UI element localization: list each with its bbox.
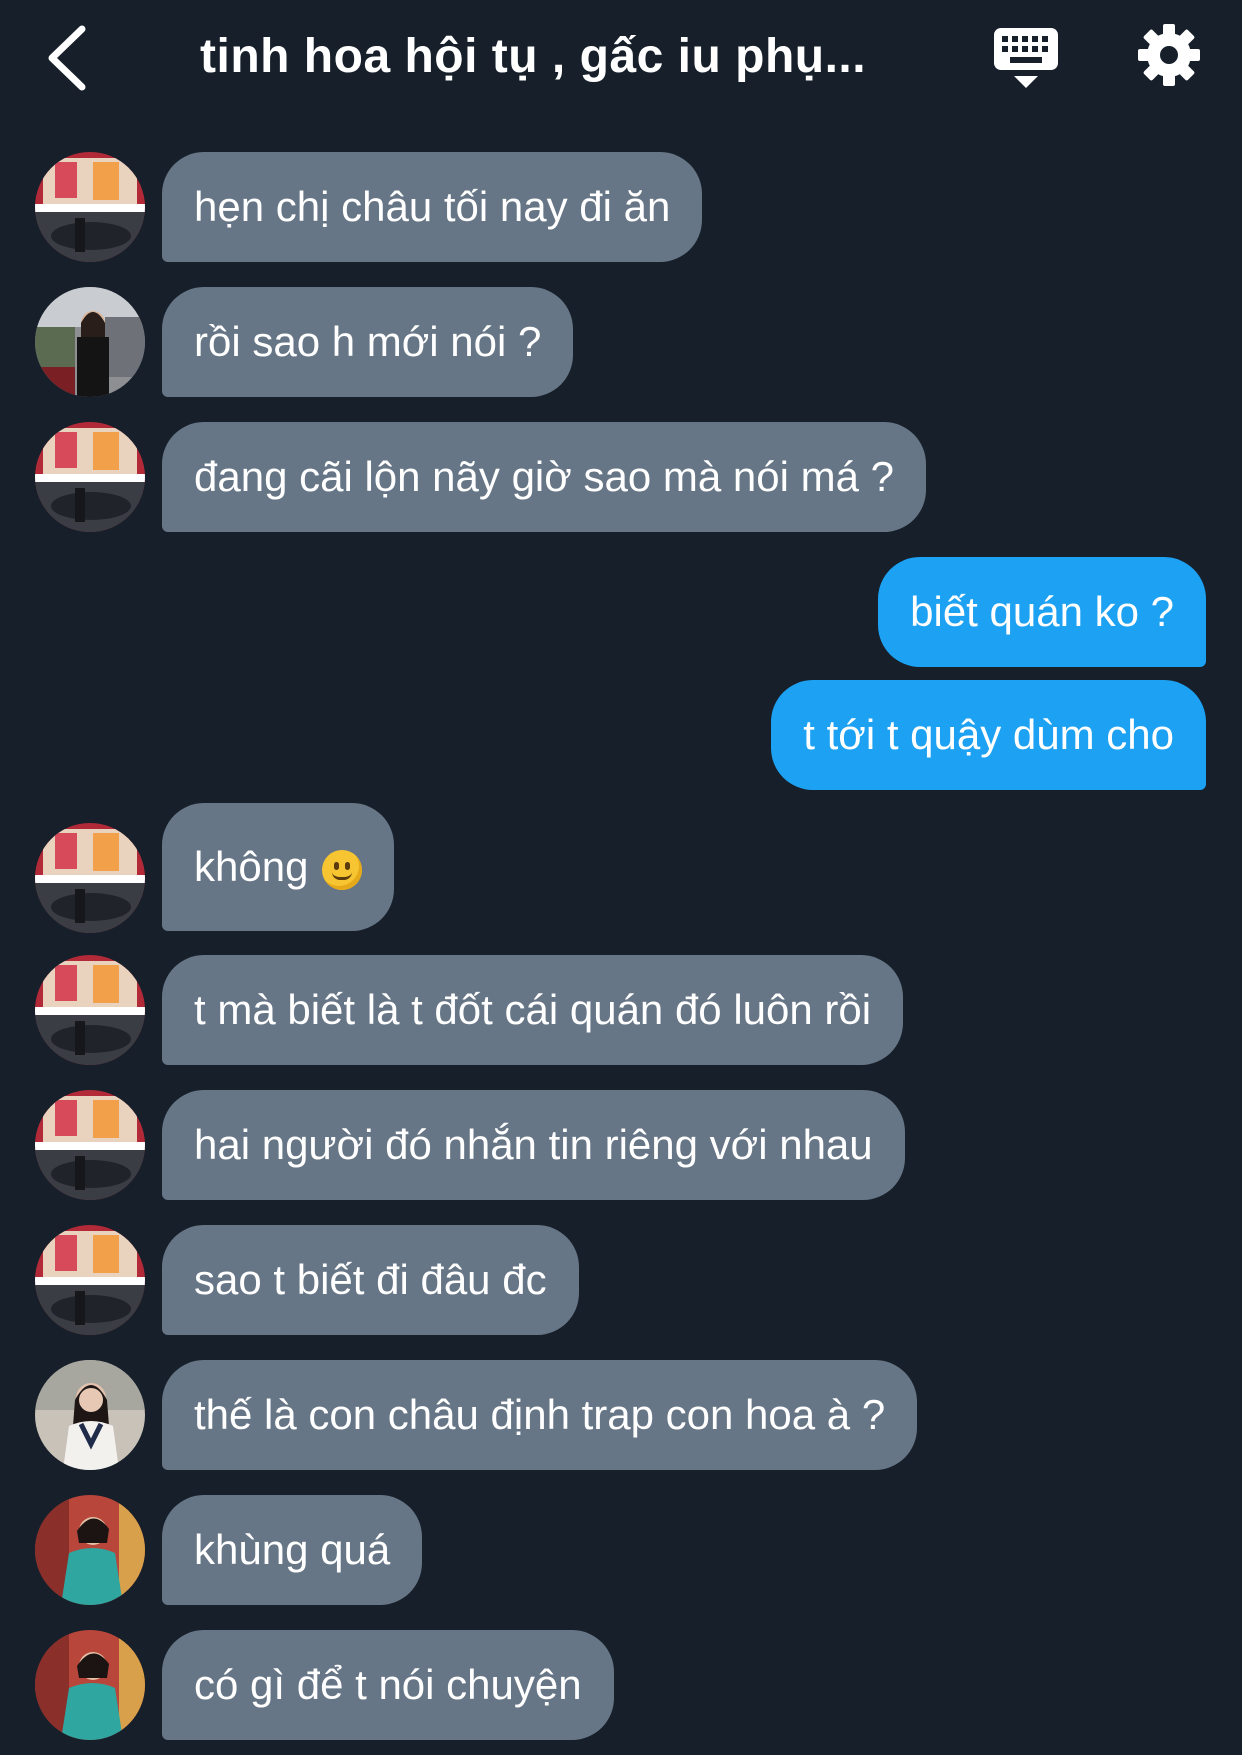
avatar[interactable] [35,1225,145,1335]
avatar[interactable] [35,823,145,933]
avatar[interactable] [35,1630,145,1740]
message-bubble-incoming[interactable]: t mà biết là t đốt cái quán đó luôn rồi [162,955,904,1065]
message-bubble-outgoing[interactable]: t tới t quậy dùm cho [771,680,1206,790]
avatar[interactable] [35,1090,145,1200]
slightly-smiling-face-icon [322,849,363,890]
settings-button[interactable] [1136,22,1202,88]
avatar[interactable] [35,287,145,397]
avatar[interactable] [35,422,145,532]
keyboard-icon [994,28,1058,88]
message-bubble-outgoing[interactable]: biết quán ko ? [878,557,1206,667]
message-bubble-incoming[interactable]: đang cãi lộn nãy giờ sao mà nói má ? [162,422,926,532]
avatar[interactable] [35,955,145,1065]
message-bubble-incoming[interactable]: khùng quá [162,1495,423,1605]
avatar[interactable] [35,1360,145,1470]
chat-header: tinh hoa hội tụ , gấc iu phụ... [0,0,1242,118]
chevron-left-icon [48,25,86,91]
back-button[interactable] [36,18,96,98]
avatar[interactable] [35,152,145,262]
message-bubble-incoming[interactable]: hẹn chị châu tối nay đi ăn [162,152,703,262]
chat-screen: tinh hoa hội tụ , gấc iu phụ... hẹn chị … [0,0,1242,1755]
message-bubble-incoming[interactable]: sao t biết đi đâu đc [162,1225,579,1335]
message-bubble-incoming[interactable]: không [162,803,395,931]
message-bubble-incoming[interactable]: hai người đó nhắn tin riêng với nhau [162,1090,905,1200]
message-bubble-incoming[interactable]: có gì để t nói chuyện [162,1630,614,1740]
message-bubble-incoming[interactable]: thế là con châu định trap con hoa à ? [162,1360,918,1470]
conversation-title[interactable]: tinh hoa hội tụ , gấc iu phụ... [200,24,920,90]
gear-icon [1138,24,1200,86]
avatar[interactable] [35,1495,145,1605]
keyboard-button[interactable] [990,24,1062,94]
message-text: không [194,843,309,890]
message-bubble-incoming[interactable]: rồi sao h mới nói ? [162,287,574,397]
